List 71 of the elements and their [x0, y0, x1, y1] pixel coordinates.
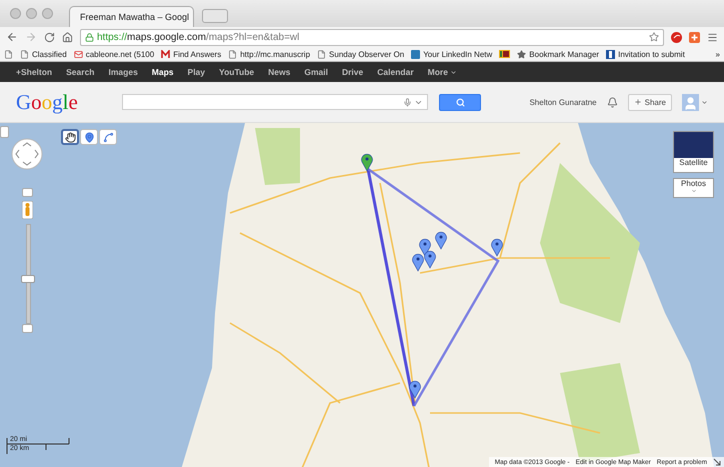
bookmark-item[interactable]: Your LinkedIn Netw [411, 50, 492, 58]
star-icon[interactable] [649, 32, 659, 42]
google-bar-link[interactable]: YouTube [219, 67, 254, 77]
panel-toggle-button[interactable] [0, 126, 9, 138]
bookmark-item[interactable] [499, 50, 510, 58]
line-icon [102, 132, 114, 142]
caret-icon [450, 68, 457, 76]
map-pin-icon[interactable] [424, 250, 436, 268]
google-bar-link[interactable]: Drive [342, 67, 364, 77]
more-bookmarks-button[interactable]: » [716, 50, 720, 58]
bookmark-item[interactable]: Classified [20, 50, 67, 58]
star-icon [517, 50, 526, 58]
plus-extension-icon[interactable] [689, 32, 700, 42]
back-icon[interactable] [6, 31, 18, 43]
page-icon [317, 50, 326, 58]
m-letter-icon [161, 50, 170, 58]
google-bar-link[interactable]: Images [108, 67, 138, 77]
search-icon [456, 98, 464, 106]
resize-icon[interactable] [713, 458, 721, 466]
map-pin-icon[interactable] [435, 232, 447, 250]
flag-icon [499, 50, 510, 58]
google-bar-link[interactable]: Gmail [304, 67, 328, 77]
map-pin-icon[interactable] [419, 238, 431, 256]
extension-icon[interactable] [671, 32, 682, 42]
user-name[interactable]: Shelton Gunaratne [529, 98, 597, 106]
home-icon[interactable] [62, 32, 73, 42]
google-bar-link[interactable]: +Shelton [16, 67, 52, 77]
photos-button[interactable]: Photos [673, 178, 714, 198]
lock-icon [85, 32, 94, 42]
page-icon [4, 50, 13, 58]
microphone-icon[interactable] [403, 98, 412, 106]
caret-icon [701, 98, 708, 106]
menu-icon[interactable] [707, 32, 718, 42]
square-logo-icon [411, 50, 420, 58]
reload-icon[interactable] [44, 32, 55, 42]
bookmark-item[interactable]: http://mc.manuscrip [228, 50, 310, 58]
search-button[interactable] [439, 94, 481, 110]
share-button[interactable]: Share [628, 94, 672, 110]
hand-icon [64, 132, 76, 142]
envelope-icon [74, 50, 83, 58]
google-bar-link[interactable]: Search [66, 67, 94, 77]
google-bar-link[interactable]: Play [188, 67, 206, 77]
bookmark-item[interactable]: Sunday Observer On [317, 50, 404, 58]
page-icon [20, 50, 29, 58]
bookmark-item[interactable]: Bookmark Manager [517, 50, 600, 58]
bell-icon[interactable] [606, 96, 618, 108]
google-bar-link[interactable]: Calendar [377, 67, 414, 77]
google-bar-link[interactable]: News [268, 67, 290, 77]
search-field[interactable] [122, 94, 428, 110]
map-pin-icon[interactable] [409, 380, 421, 398]
zoom-slider-thumb[interactable] [21, 275, 35, 283]
google-bar-link[interactable]: More [428, 67, 457, 77]
bookmark-item[interactable]: Find Answers [161, 50, 222, 58]
satellite-button[interactable]: Satellite [673, 131, 714, 173]
plus-icon [634, 98, 642, 106]
address-bar[interactable]: https://maps.google.com/maps?hl=en&tab=wl [80, 28, 664, 46]
browser-tab[interactable]: Freeman Mawatha – Googl [69, 6, 194, 27]
caret-icon [690, 188, 696, 194]
bookmark-item[interactable]: Invitation to submit [606, 50, 685, 58]
scale-bar-icon [6, 436, 70, 456]
square-logo-icon [606, 50, 616, 58]
google-logo: Google [16, 90, 79, 114]
map-pin-icon[interactable] [491, 238, 503, 256]
page-icon [228, 50, 238, 58]
map-pin-icon[interactable] [361, 154, 373, 172]
pin-icon [84, 132, 94, 142]
map-tool-button[interactable] [61, 129, 79, 145]
google-bar-link[interactable]: Maps [152, 67, 174, 77]
pan-control-icon[interactable] [11, 138, 43, 170]
map-pin-icon[interactable] [412, 254, 424, 272]
bookmark-item[interactable]: cableone.net (5100 [74, 50, 154, 58]
